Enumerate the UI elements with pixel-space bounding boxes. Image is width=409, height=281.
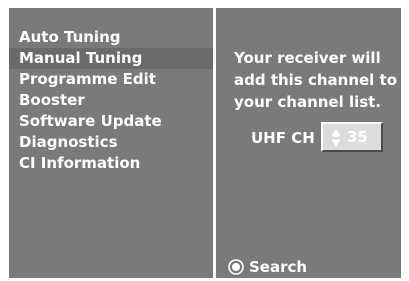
tuning-message: Your receiver will add this channel to y… bbox=[234, 47, 399, 113]
channel-stepper[interactable]: 35 bbox=[321, 122, 383, 152]
menu-item-ci-information[interactable]: CI Information bbox=[9, 153, 213, 174]
menu-item-programme-edit[interactable]: Programme Edit bbox=[9, 69, 213, 90]
search-label: Search bbox=[249, 258, 308, 276]
menu-item-diagnostics[interactable]: Diagnostics bbox=[9, 132, 213, 153]
ok-button-icon bbox=[228, 259, 244, 275]
up-down-arrows-icon bbox=[331, 129, 341, 147]
channel-label: UHF CH bbox=[251, 129, 315, 147]
menu-item-booster[interactable]: Booster bbox=[9, 90, 213, 111]
message-line: add this channel to bbox=[234, 71, 398, 89]
channel-number: 35 bbox=[347, 128, 368, 146]
menu-item-software-update[interactable]: Software Update bbox=[9, 111, 213, 132]
message-line: your channel list. bbox=[234, 93, 382, 111]
manual-tuning-panel: Your receiver will add this channel to y… bbox=[216, 8, 401, 278]
setup-menu-window: Auto Tuning Manual Tuning Programme Edit… bbox=[9, 8, 401, 278]
search-hint[interactable]: Search bbox=[228, 258, 307, 276]
menu-item-manual-tuning[interactable]: Manual Tuning bbox=[9, 48, 213, 69]
message-line: Your receiver will bbox=[234, 49, 381, 67]
setup-menu: Auto Tuning Manual Tuning Programme Edit… bbox=[9, 27, 213, 174]
menu-item-auto-tuning[interactable]: Auto Tuning bbox=[9, 27, 213, 48]
